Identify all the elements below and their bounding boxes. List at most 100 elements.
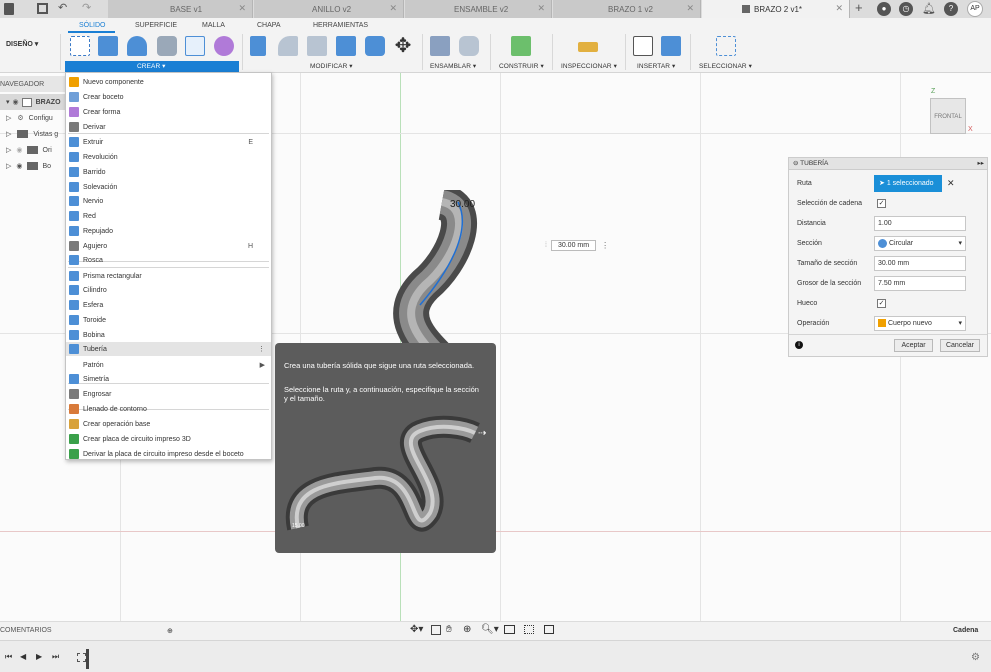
- construct-group-label[interactable]: CONSTRUIR ▾: [499, 62, 544, 70]
- timeline-settings-icon[interactable]: ⚙: [971, 652, 980, 663]
- offset-plane-icon[interactable]: [511, 36, 531, 56]
- chain-selection-checkbox[interactable]: ✓: [877, 199, 886, 208]
- step-back-icon[interactable]: ◀: [20, 652, 26, 661]
- go-to-start-icon[interactable]: ⏮︎: [5, 652, 12, 662]
- close-icon[interactable]: ✕: [238, 3, 246, 14]
- collapse-icon[interactable]: ⊖: [793, 160, 798, 167]
- assemble-group-label[interactable]: ENSAMBLAR ▾: [430, 62, 476, 70]
- menu-item-thicken[interactable]: Engrosar: [66, 387, 271, 401]
- create-form-icon[interactable]: [214, 36, 234, 56]
- menu-item-cylinder[interactable]: Cilindro: [66, 283, 271, 297]
- save-icon[interactable]: [37, 3, 48, 14]
- menu-item-derive[interactable]: Derivar: [66, 120, 271, 134]
- close-icon[interactable]: ✕: [537, 3, 545, 14]
- visibility-icon[interactable]: ◉: [16, 162, 22, 170]
- menu-item-new-component[interactable]: Nuevo componente: [66, 75, 271, 89]
- browser-header[interactable]: NAVEGADOR: [0, 76, 66, 92]
- insert-image-icon[interactable]: [661, 36, 681, 56]
- sketch-feature-icon[interactable]: [77, 653, 86, 662]
- tab-brazo1[interactable]: BRAZO 1 v2 ✕: [553, 0, 701, 18]
- ok-button[interactable]: Aceptar: [894, 339, 933, 352]
- shell-icon[interactable]: [365, 36, 385, 56]
- tab-brazo2[interactable]: BRAZO 2 v1* ✕: [702, 0, 850, 18]
- look-at-icon[interactable]: [431, 625, 441, 635]
- go-to-end-icon[interactable]: ⏭︎: [52, 652, 59, 662]
- menu-item-revolve[interactable]: Revolución: [66, 150, 271, 164]
- info-icon[interactable]: i: [795, 341, 803, 349]
- job-status-icon[interactable]: ◷: [899, 2, 913, 16]
- create-sketch-icon[interactable]: [70, 36, 90, 56]
- comments-label[interactable]: COMENTARIOS: [0, 627, 52, 634]
- menu-item-mirror[interactable]: Simetría: [66, 372, 271, 386]
- tab-mesh[interactable]: MALLA: [202, 22, 225, 29]
- orbit-icon[interactable]: ✥▾: [410, 624, 423, 635]
- select-icon[interactable]: [716, 36, 736, 56]
- selection-mode-label[interactable]: Cadena: [953, 627, 978, 634]
- menu-item-thread[interactable]: Rosca: [66, 253, 271, 267]
- tab-tools[interactable]: HERRAMIENTAS: [313, 22, 368, 29]
- visibility-icon[interactable]: ◉: [13, 98, 19, 106]
- operation-select[interactable]: Cuerpo nuevo ▾: [874, 316, 966, 331]
- menu-item-rib[interactable]: Nervio: [66, 194, 271, 208]
- cancel-button[interactable]: Cancelar: [940, 339, 980, 352]
- grid-settings-icon[interactable]: [524, 625, 534, 634]
- new-tab-icon[interactable]: +: [855, 0, 863, 15]
- extensions-icon[interactable]: ●: [877, 2, 891, 16]
- browser-root[interactable]: ▾ ◉ BRAZO: [0, 94, 66, 110]
- tab-ensamble[interactable]: ENSAMBLE v2 ✕: [405, 0, 552, 18]
- timeline-marker[interactable]: [86, 649, 89, 669]
- pan-icon[interactable]: ✋︎: [446, 624, 452, 635]
- menu-item-torus[interactable]: Toroide: [66, 313, 271, 327]
- menu-item-web[interactable]: Red: [66, 209, 271, 223]
- play-icon[interactable]: ▶: [36, 652, 42, 661]
- expand-icon[interactable]: ▷: [6, 162, 11, 170]
- section-select[interactable]: Circular ▾: [874, 236, 966, 251]
- dimension-value[interactable]: 30.00 mm: [550, 240, 597, 251]
- menu-item-coil[interactable]: Bobina: [66, 328, 271, 342]
- dialog-header[interactable]: ⊖ TUBERÍA ▸▸: [789, 158, 987, 170]
- menu-item-sketch[interactable]: Crear boceto: [66, 90, 271, 104]
- joint-icon[interactable]: [459, 36, 479, 56]
- hollow-checkbox[interactable]: ✓: [877, 299, 886, 308]
- browser-item[interactable]: ▷ Vistas g: [0, 126, 58, 142]
- expand-icon[interactable]: ▷: [6, 114, 11, 122]
- move-icon[interactable]: ✥: [393, 36, 413, 56]
- modify-group-label[interactable]: MODIFICAR ▾: [310, 62, 353, 70]
- undo-icon[interactable]: ↶: [58, 1, 67, 14]
- section-size-input[interactable]: 30.00 mm: [874, 256, 966, 271]
- expand-icon[interactable]: ▷: [6, 130, 11, 138]
- zoom-icon[interactable]: ⊕: [463, 624, 471, 635]
- browser-item[interactable]: ▷ ⚙ Configu: [0, 110, 53, 126]
- menu-item-sphere[interactable]: Esfera: [66, 298, 271, 312]
- menu-item-base-feature[interactable]: Crear operación base: [66, 417, 271, 431]
- close-icon[interactable]: ✕: [835, 3, 843, 14]
- clear-selection-icon[interactable]: ✕: [947, 178, 955, 189]
- expand-panel-icon[interactable]: ▸▸: [977, 158, 984, 170]
- expand-icon[interactable]: ▾: [6, 98, 10, 106]
- tab-sheet-metal[interactable]: CHAPA: [257, 22, 281, 29]
- tab-solid[interactable]: SÓLIDO: [79, 22, 105, 29]
- menu-item-pattern[interactable]: Patrón ▶: [66, 358, 271, 372]
- tab-base[interactable]: BASE v1 ✕: [108, 0, 253, 18]
- create-group-label[interactable]: CREAR ▾: [137, 62, 166, 70]
- viewports-icon[interactable]: [544, 625, 554, 634]
- add-comment-icon[interactable]: ⊕: [167, 627, 173, 635]
- menu-item-loft[interactable]: Solevación: [66, 180, 271, 194]
- visibility-icon[interactable]: ◉: [16, 146, 22, 154]
- notifications-icon[interactable]: 🔔︎: [922, 2, 936, 16]
- tab-anillo[interactable]: ANILLO v2 ✕: [254, 0, 404, 18]
- close-icon[interactable]: ✕: [389, 3, 397, 14]
- viewcube[interactable]: FRONTAL: [930, 98, 966, 134]
- tab-surface[interactable]: SUPERFICIE: [135, 22, 177, 29]
- menu-item-emboss[interactable]: Repujado: [66, 224, 271, 238]
- menu-item-hole[interactable]: Agujero H: [66, 239, 271, 253]
- press-pull-icon[interactable]: [250, 36, 266, 56]
- path-selection[interactable]: ➤ 1 seleccionado: [874, 175, 942, 192]
- hole-icon[interactable]: [157, 36, 177, 56]
- more-options-icon[interactable]: ⋮: [258, 345, 265, 353]
- file-menu-icon[interactable]: [4, 3, 14, 15]
- dimension-input[interactable]: ⁞ 30.00 mm ⋮: [545, 239, 615, 252]
- section-thickness-input[interactable]: 7.50 mm: [874, 276, 966, 291]
- distance-input[interactable]: 1.00: [874, 216, 966, 231]
- menu-item-boundary-fill[interactable]: Llenado de contorno: [66, 402, 271, 416]
